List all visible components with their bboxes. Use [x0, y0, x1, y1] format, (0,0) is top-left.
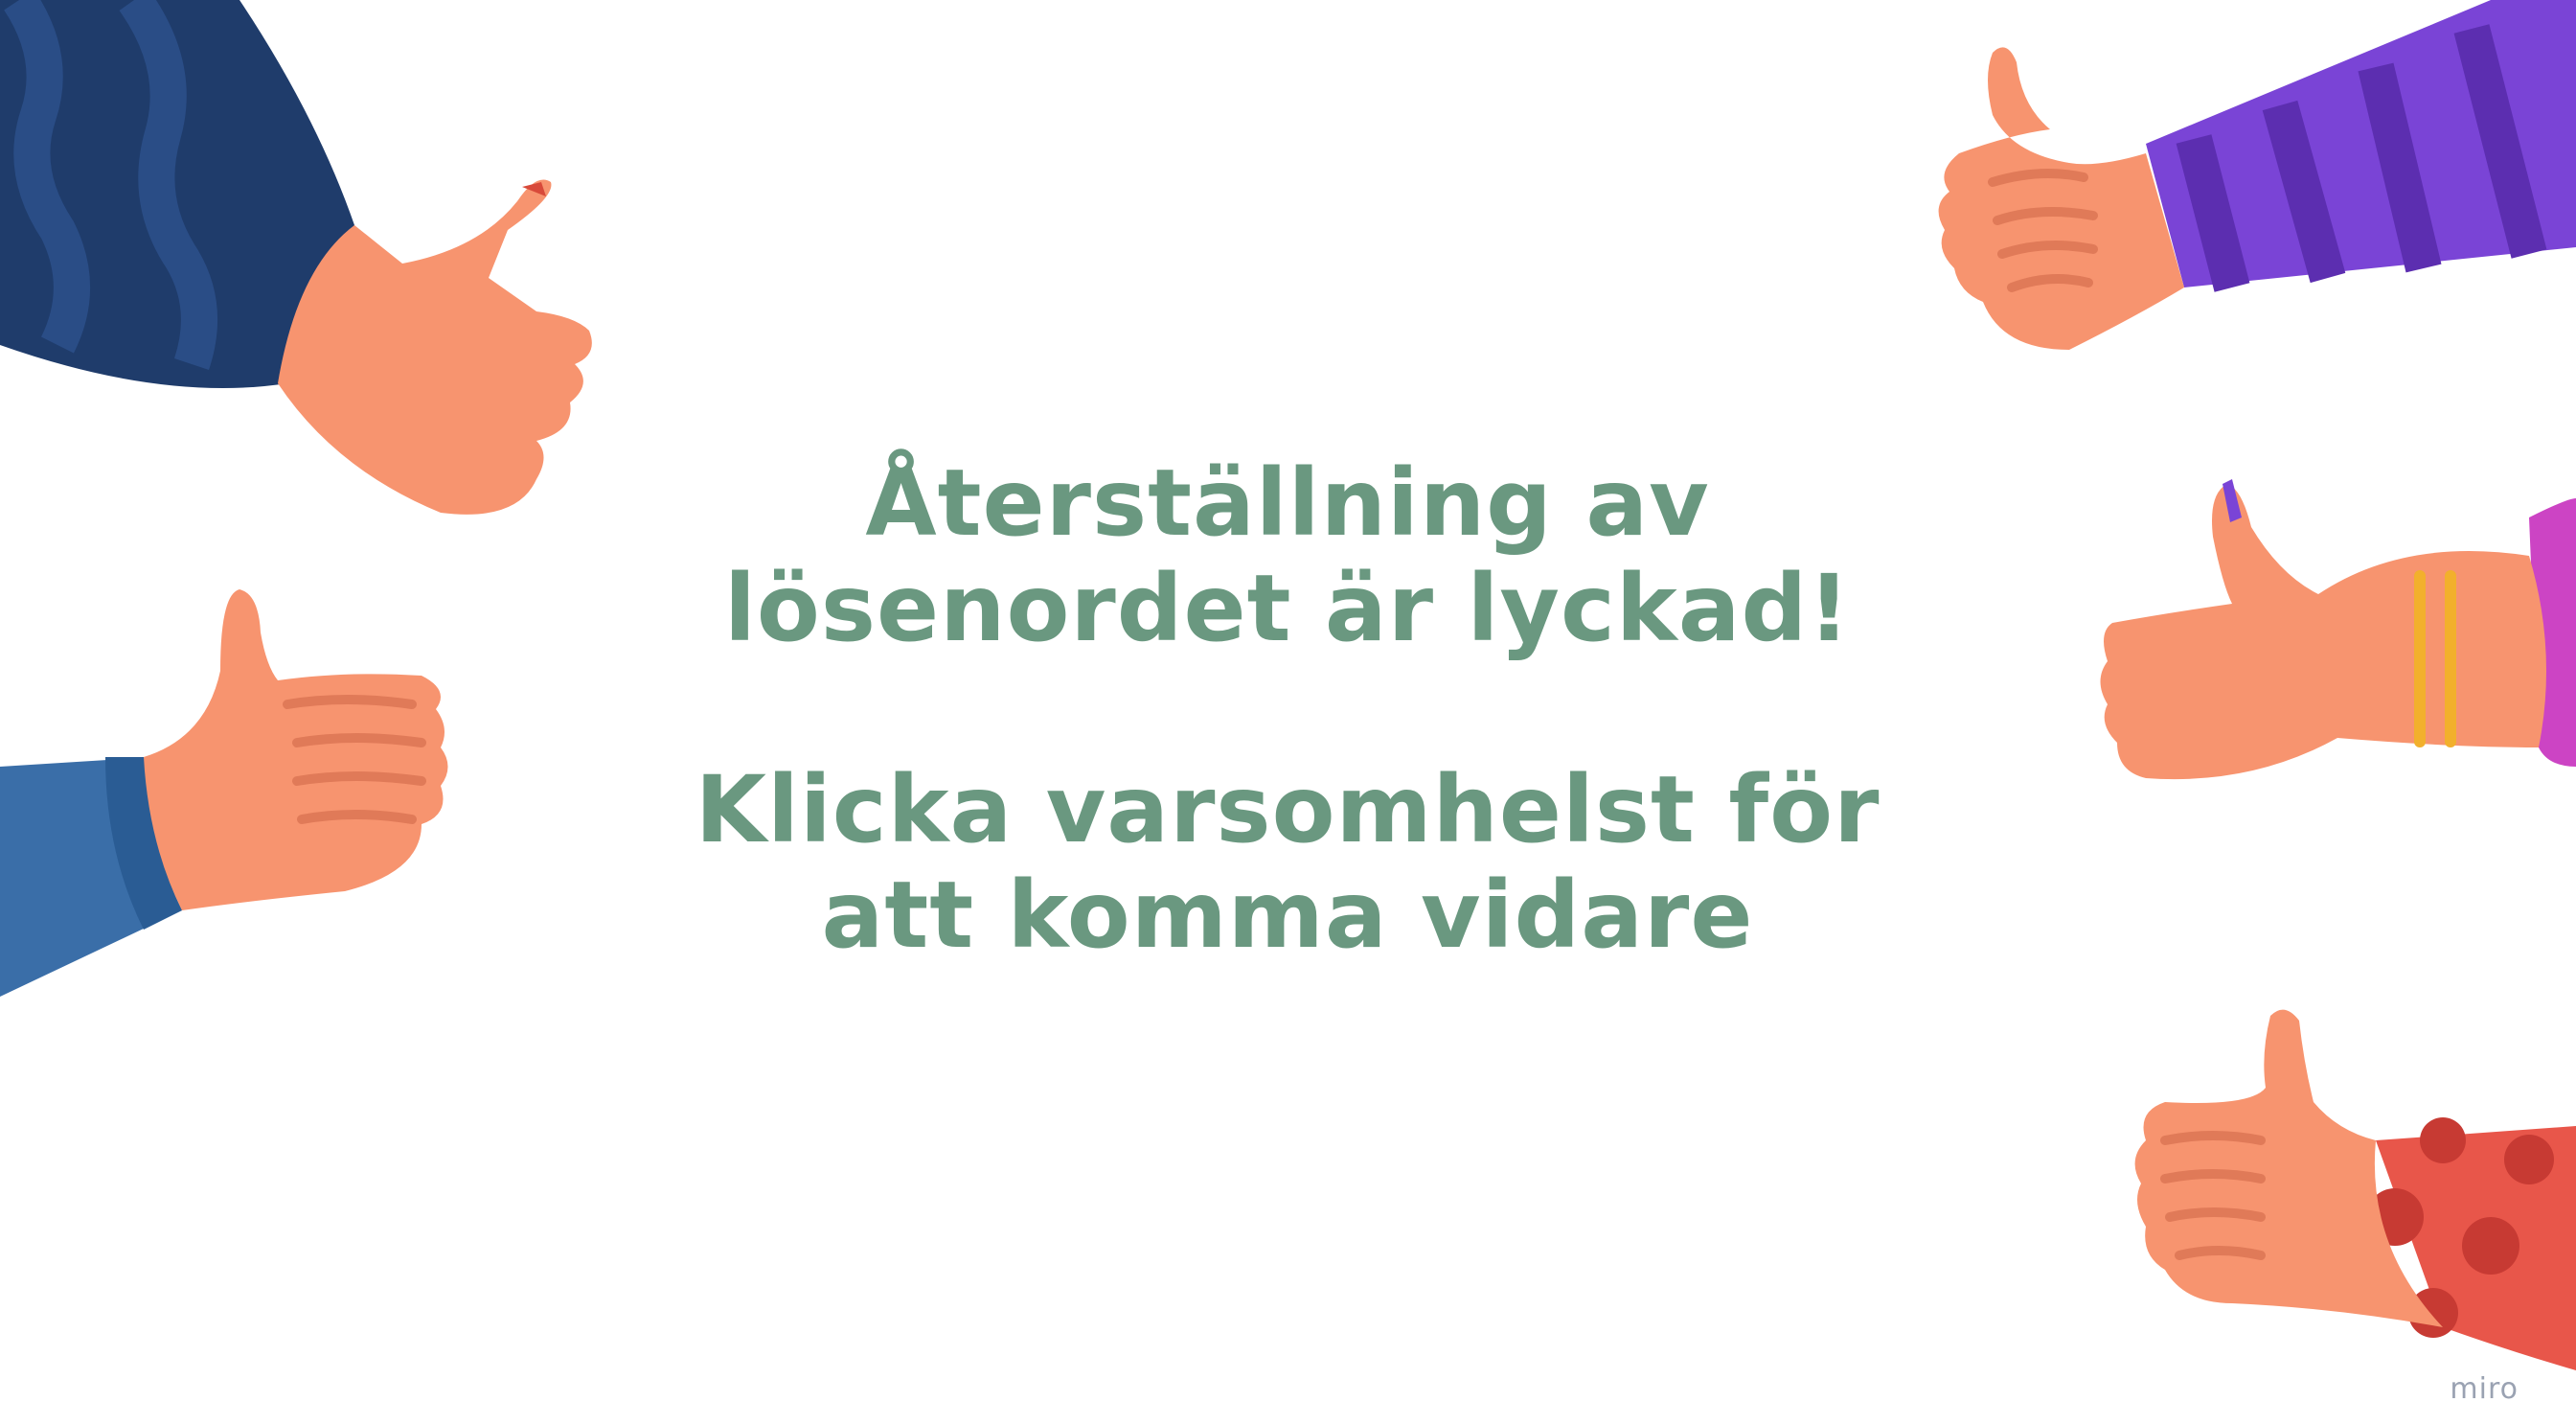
message-line-2: lösenordet är lyckad! [724, 555, 1851, 662]
thumbs-up-left-illustration [0, 575, 460, 1016]
thumbs-up-bottom-right-illustration [2127, 997, 2576, 1425]
message-spacer [521, 661, 2054, 757]
message-line-3: Klicka varsomhelst för [695, 756, 1881, 863]
thumbs-up-top-right-illustration [1878, 0, 2576, 383]
thumbs-up-right-illustration [2088, 479, 2576, 795]
miro-watermark: miro [2450, 1372, 2519, 1406]
message-line-4: att komma vidare [821, 862, 1754, 969]
success-screen-click-area[interactable]: Återställning av lösenordet är lyckad! K… [0, 0, 2576, 1425]
success-message: Återställning av lösenordet är lyckad! K… [521, 450, 2054, 968]
message-line-1: Återställning av [865, 449, 1710, 557]
